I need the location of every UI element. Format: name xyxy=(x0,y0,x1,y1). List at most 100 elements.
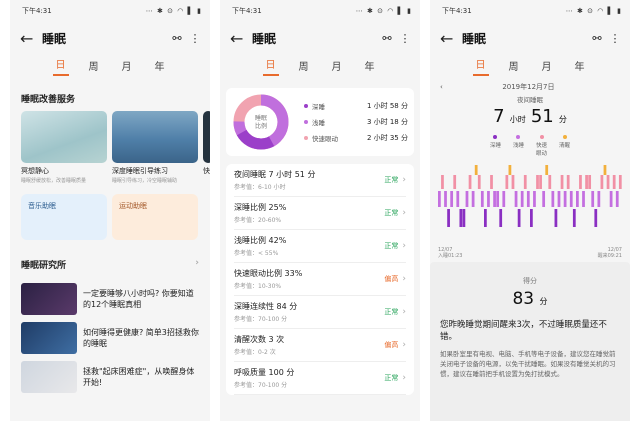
card-title: 冥想静心 xyxy=(21,167,49,175)
chevron-left-icon[interactable]: ‹ xyxy=(440,83,443,91)
tab-month[interactable]: 月 xyxy=(539,58,555,76)
list-item[interactable]: 一定要睡够八小时吗? 你要知道的12个睡眠真相 xyxy=(21,282,199,316)
chevron-right-icon: › xyxy=(195,258,199,268)
research-section-title[interactable]: 睡眠研究所 › xyxy=(10,240,210,277)
list-item[interactable]: 如何睡得更健康? 简单3招拯救你的睡眠 xyxy=(21,321,199,355)
stage-segment xyxy=(502,191,506,207)
tab-week[interactable]: 周 xyxy=(296,58,312,76)
research-title: 睡眠研究所 xyxy=(21,261,67,271)
sleep-ratio-donut: 睡眠 比例 xyxy=(232,93,290,151)
metric-row[interactable]: 夜间睡眠 7 小时 51 分参考值：6-10 小时 正常 › xyxy=(234,164,406,197)
donut-label-line1: 睡眠 xyxy=(255,114,267,122)
stage-segment xyxy=(496,191,500,207)
tab-month[interactable]: 月 xyxy=(119,58,135,76)
aid-tiles: 音乐助眠 运动助眠 xyxy=(10,194,210,240)
metric-row[interactable]: 呼吸质量 100 分参考值：70-100 分 正常 › xyxy=(234,362,406,395)
score-panel: 得分 83 分 您昨晚睡觉期间醒来3次，不过睡眠质量还不错。 如果卧室里有电视、… xyxy=(430,262,630,421)
stage-segment xyxy=(545,165,549,175)
card-partial[interactable]: 快 xyxy=(203,111,210,184)
legend-dot xyxy=(493,135,498,139)
metric-row[interactable]: 深睡连续性 84 分参考值：70-100 分 正常 › xyxy=(234,296,406,329)
more-vert-icon[interactable]: ⋮ xyxy=(606,32,624,45)
stage-segment xyxy=(609,191,613,207)
score-unit: 分 xyxy=(539,297,548,306)
stage-segment xyxy=(523,175,527,189)
back-arrow-icon[interactable]: ← xyxy=(20,29,42,48)
duration-minutes: 51 xyxy=(530,106,554,127)
screen-sleep-night: 下午4:31 ⋯ ✱ ⊙ ◠ ▌ ▮ ← 睡眠 ⚯ ⋮ 日 周 月 年 ‹ 20… xyxy=(430,0,630,421)
deep-sleep-image xyxy=(112,111,198,163)
tab-week[interactable]: 周 xyxy=(86,58,102,76)
tab-year[interactable]: 年 xyxy=(572,58,588,76)
legend-dot xyxy=(539,135,544,139)
tab-week[interactable]: 周 xyxy=(506,58,522,76)
stage-segment xyxy=(456,191,460,207)
metric-reference: 参考值：0-2 次 xyxy=(234,349,276,356)
metric-reference: 参考值：70-100 分 xyxy=(234,316,288,323)
metric-row[interactable]: 深睡比例 25% 参考值：20-60% 正常 › xyxy=(234,197,406,230)
tab-day[interactable]: 日 xyxy=(52,56,69,76)
tab-year[interactable]: 年 xyxy=(362,58,378,76)
tab-day[interactable]: 日 xyxy=(262,56,279,76)
stage-segment xyxy=(560,175,564,189)
metric-row[interactable]: 浅睡比例 42% 参考值：< 55% 正常 › xyxy=(234,230,406,263)
stage-segment xyxy=(450,191,454,207)
stage-chart-svg xyxy=(438,165,622,227)
legend-dot xyxy=(304,104,308,108)
stage-segment xyxy=(618,175,622,189)
share-icon[interactable]: ⚯ xyxy=(378,32,396,45)
legend-name: 快速眼动 xyxy=(312,135,338,143)
sleep-start-label: 12/07 入睡01:23 xyxy=(438,247,463,259)
legend-name: 浅睡 xyxy=(312,119,325,127)
more-vert-icon[interactable]: ⋮ xyxy=(396,32,414,45)
period-tabs: 日 周 月 年 xyxy=(220,54,420,80)
services-title: 睡眠改善服务 xyxy=(21,95,76,105)
tab-day[interactable]: 日 xyxy=(472,56,489,76)
legend-name: 快速 眼动 xyxy=(536,143,548,157)
share-icon[interactable]: ⚯ xyxy=(588,32,606,45)
status-badge: 正常 xyxy=(384,209,399,217)
stage-segment xyxy=(603,165,607,175)
article-title: 一定要睡够八小时吗? 你要知道的12个睡眠真相 xyxy=(83,289,194,309)
stage-segment xyxy=(594,209,598,227)
status-bar: 下午4:31 ⋯ ✱ ⊙ ◠ ▌ ▮ xyxy=(220,0,420,22)
chevron-right-icon: › xyxy=(402,340,406,350)
card-deep-sleep[interactable]: 深度睡眠引导练习 睡眠引导练习，冷空睡眠辅助 xyxy=(112,111,198,184)
metric-row[interactable]: 清醒次数 3 次参考值：0-2 次 偏高 › xyxy=(234,329,406,362)
metric-text: 浅睡比例 42% 参考值：< 55% xyxy=(234,235,286,257)
legend-dot xyxy=(304,120,308,124)
status-badge: 正常 xyxy=(384,176,399,184)
back-arrow-icon[interactable]: ← xyxy=(440,29,462,48)
card-subtitle: 睡眠引导练习，冷空睡眠辅助 xyxy=(112,178,178,184)
list-item[interactable]: 拯救"起床困难症"，从唤醒身体开始! xyxy=(21,360,199,394)
stage-segment xyxy=(447,209,450,227)
article-thumbnail xyxy=(21,283,77,315)
stage-segment xyxy=(563,191,567,207)
metrics-list: 夜间睡眠 7 小时 51 分参考值：6-10 小时 正常 › 深睡比例 25% 参考值：… xyxy=(226,164,414,395)
back-arrow-icon[interactable]: ← xyxy=(230,29,252,48)
share-icon[interactable]: ⚯ xyxy=(168,32,186,45)
stage-segment xyxy=(597,191,601,207)
more-vert-icon[interactable]: ⋮ xyxy=(186,32,204,45)
metric-text: 呼吸质量 100 分参考值：70-100 分 xyxy=(234,367,294,389)
legend-item: 深睡 xyxy=(490,135,501,157)
metric-status: 偏高 › xyxy=(384,340,406,350)
metric-title: 深睡比例 25% xyxy=(234,203,287,212)
legend-dot xyxy=(304,136,308,140)
stage-segment xyxy=(477,175,481,189)
app-bar: ← 睡眠 ⚯ ⋮ xyxy=(430,22,630,54)
status-icons: ⋯ ✱ ⊙ ◠ ▌ ▮ xyxy=(355,7,412,15)
tab-month[interactable]: 月 xyxy=(329,58,345,76)
card-meditation[interactable]: 冥想静心 睡眠舒缓放松，改善睡眠质量 xyxy=(21,111,107,184)
duration-hours-unit: 小时 xyxy=(509,115,526,124)
tile-exercise-aid[interactable]: 运动助眠 xyxy=(112,194,198,240)
stage-segment xyxy=(615,191,619,207)
metric-row[interactable]: 快速眼动比例 33% 参考值：10-30% 偏高 › xyxy=(234,263,406,296)
metric-reference: 参考值：20-60% xyxy=(234,217,282,224)
tile-label: 运动助眠 xyxy=(119,202,147,210)
stage-segment xyxy=(462,209,466,227)
status-time: 下午4:31 xyxy=(22,7,52,15)
legend-item: 清醒 xyxy=(559,135,570,157)
tile-music-aid[interactable]: 音乐助眠 xyxy=(21,194,107,240)
tab-year[interactable]: 年 xyxy=(152,58,168,76)
